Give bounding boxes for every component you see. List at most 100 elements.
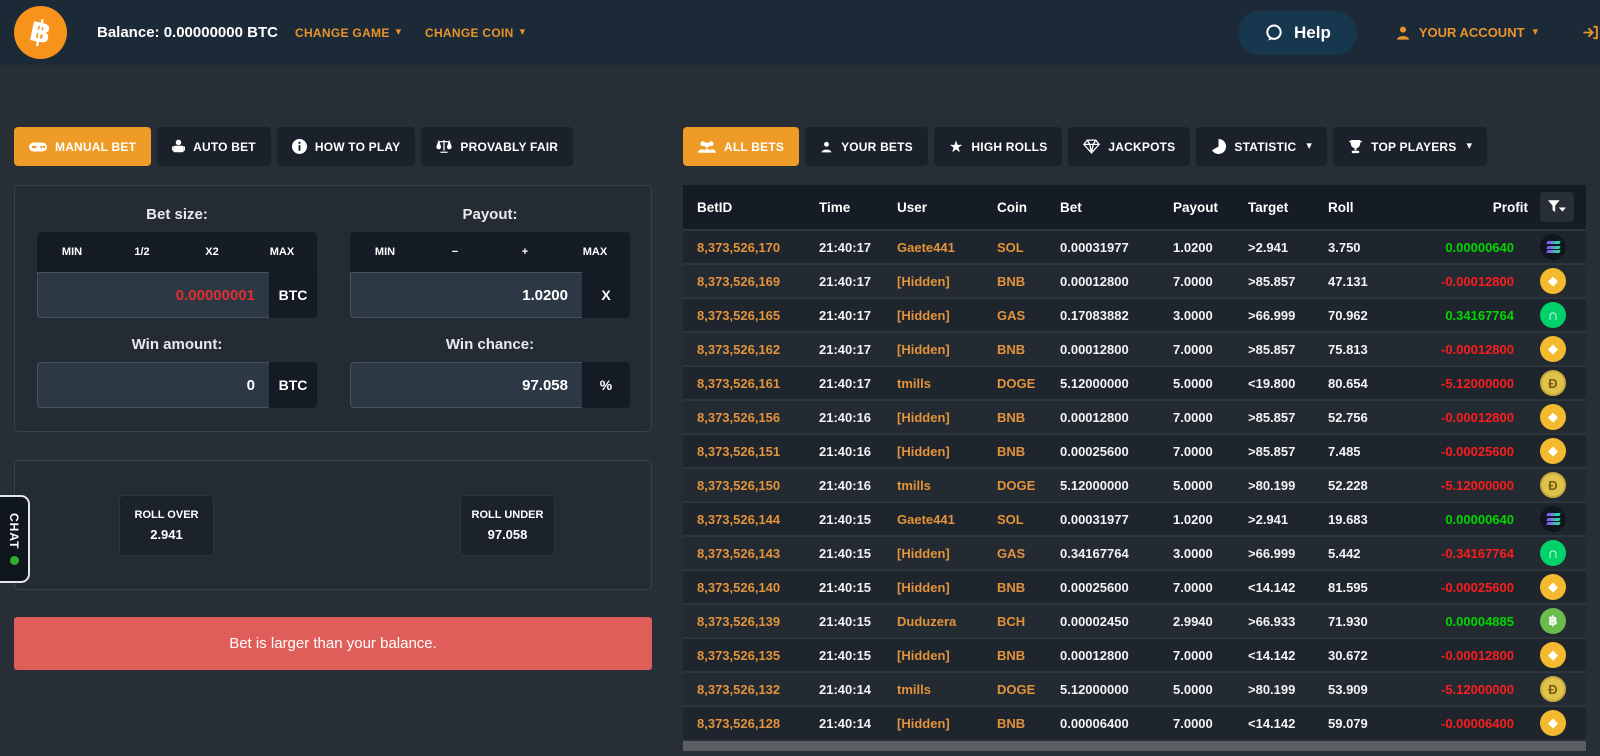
bet-min-button[interactable]: MIN: [37, 232, 107, 272]
bet-row[interactable]: 8,373,526,128 21:40:14 [Hidden] BNB 0.00…: [683, 705, 1586, 739]
bnb-coin-icon: ◆: [1540, 404, 1566, 430]
user-cell[interactable]: [Hidden]: [897, 342, 997, 357]
bet-id-cell[interactable]: 8,373,526,161: [697, 376, 819, 391]
target-cell: >85.857: [1248, 273, 1296, 289]
tab-provably-fair[interactable]: PROVABLY FAIR: [421, 127, 574, 166]
your-account-label: YOUR ACCOUNT: [1418, 25, 1525, 40]
user-cell[interactable]: [Hidden]: [897, 580, 997, 595]
roll-cell: 3.750: [1328, 239, 1361, 255]
user-cell[interactable]: [Hidden]: [897, 308, 997, 323]
your-account-menu[interactable]: YOUR ACCOUNT ▾: [1395, 25, 1538, 41]
payout-cell: 7.0000: [1173, 579, 1213, 595]
payout-input[interactable]: [350, 272, 582, 318]
bet-row[interactable]: 8,373,526,161 21:40:17 tmills DOGE 5.120…: [683, 365, 1586, 399]
tab-all-bets[interactable]: ALL BETS: [683, 127, 800, 166]
user-cell[interactable]: [Hidden]: [897, 274, 997, 289]
bet-row[interactable]: 8,373,526,144 21:40:15 Gaete441 SOL 0.00…: [683, 501, 1586, 535]
tab-high-rolls[interactable]: ★ HIGH ROLLS: [933, 127, 1063, 166]
target-cell: >85.857: [1248, 409, 1296, 425]
bet-half-button[interactable]: 1/2: [107, 232, 177, 272]
caret-down-icon: ▾: [1306, 140, 1313, 152]
tab-auto-bet[interactable]: AUTO BET: [157, 127, 271, 166]
user-cell[interactable]: [Hidden]: [897, 410, 997, 425]
win-chance-input[interactable]: [350, 362, 582, 408]
target-cell: >66.933: [1248, 613, 1296, 629]
bet-id-cell[interactable]: 8,373,526,135: [697, 648, 819, 663]
bet-row[interactable]: 8,373,526,150 21:40:16 tmills DOGE 5.120…: [683, 467, 1586, 501]
payout-max-button[interactable]: MAX: [560, 232, 630, 272]
bet-id-cell[interactable]: 8,373,526,139: [697, 614, 819, 629]
star-icon: ★: [948, 138, 964, 156]
win-chance-label: Win chance:: [445, 336, 535, 353]
bet-row[interactable]: 8,373,526,135 21:40:15 [Hidden] BNB 0.00…: [683, 637, 1586, 671]
bet-row[interactable]: 8,373,526,140 21:40:15 [Hidden] BNB 0.00…: [683, 569, 1586, 603]
bet-row[interactable]: 8,373,526,162 21:40:17 [Hidden] BNB 0.00…: [683, 331, 1586, 365]
tab-jackpots[interactable]: JACKPOTS: [1068, 127, 1191, 166]
user-cell[interactable]: [Hidden]: [897, 444, 997, 459]
roll-over-button[interactable]: ROLL OVER 2.941: [119, 494, 214, 556]
col-time: Time: [819, 199, 851, 215]
user-icon: [1396, 26, 1409, 40]
filter-button[interactable]: [1540, 192, 1574, 222]
user-cell[interactable]: Gaete441: [897, 240, 997, 255]
caret-down-icon: ▾: [1466, 140, 1473, 152]
bet-row[interactable]: 8,373,526,139 21:40:15 Duduzera BCH 0.00…: [683, 603, 1586, 637]
col-coin: Coin: [997, 199, 1027, 215]
bet-id-cell[interactable]: 8,373,526,170: [697, 240, 819, 255]
payout-min-button[interactable]: MIN: [350, 232, 420, 272]
bet-id-cell[interactable]: 8,373,526,132: [697, 682, 819, 697]
user-cell[interactable]: [Hidden]: [897, 648, 997, 663]
win-amount-control: Win amount: BTC: [37, 336, 317, 408]
bet-max-button[interactable]: MAX: [247, 232, 317, 272]
bet-id-cell[interactable]: 8,373,526,144: [697, 512, 819, 527]
bet-cell: 0.00012800: [1060, 341, 1129, 357]
bet-row[interactable]: 8,373,526,151 21:40:16 [Hidden] BNB 0.00…: [683, 433, 1586, 467]
user-cell[interactable]: [Hidden]: [897, 716, 997, 731]
bet-id-cell[interactable]: 8,373,526,165: [697, 308, 819, 323]
bet-row[interactable]: 8,373,526,143 21:40:15 [Hidden] GAS 0.34…: [683, 535, 1586, 569]
bet-id-cell[interactable]: 8,373,526,150: [697, 478, 819, 493]
coin-cell: DOGE: [997, 681, 1036, 697]
profit-cell: -0.00012800: [1440, 273, 1514, 289]
change-coin-menu[interactable]: CHANGE COIN ▾: [425, 0, 525, 65]
payout-increase-button[interactable]: +: [490, 232, 560, 272]
tab-your-bets[interactable]: YOUR BETS: [805, 127, 928, 166]
tab-statistic[interactable]: STATISTIC ▾: [1196, 127, 1328, 166]
bet-size-input[interactable]: [37, 272, 269, 318]
logout-button[interactable]: LOGOUT: [1582, 24, 1600, 41]
win-amount-input[interactable]: [37, 362, 269, 408]
bet-id-cell[interactable]: 8,373,526,143: [697, 546, 819, 561]
payout-decrease-button[interactable]: −: [420, 232, 490, 272]
bet-id-cell[interactable]: 8,373,526,162: [697, 342, 819, 357]
bet-id-cell[interactable]: 8,373,526,140: [697, 580, 819, 595]
bet-double-button[interactable]: X2: [177, 232, 247, 272]
bet-id-cell[interactable]: 8,373,526,169: [697, 274, 819, 289]
bet-id-cell[interactable]: 8,373,526,151: [697, 444, 819, 459]
user-cell[interactable]: [Hidden]: [897, 546, 997, 561]
tab-top-players[interactable]: TOP PLAYERS ▾: [1333, 127, 1488, 166]
chat-tab[interactable]: CHAT: [0, 495, 30, 583]
bet-row[interactable]: 8,373,526,165 21:40:17 [Hidden] GAS 0.17…: [683, 297, 1586, 331]
user-cell[interactable]: tmills: [897, 682, 997, 697]
help-button[interactable]: Help: [1238, 10, 1357, 55]
bet-id-cell[interactable]: 8,373,526,128: [697, 716, 819, 731]
win-amount-unit: BTC: [269, 362, 317, 408]
user-cell[interactable]: tmills: [897, 376, 997, 391]
user-cell[interactable]: Duduzera: [897, 614, 997, 629]
user-cell[interactable]: Gaete441: [897, 512, 997, 527]
bet-row[interactable]: 8,373,526,132 21:40:14 tmills DOGE 5.120…: [683, 671, 1586, 705]
bet-row[interactable]: 8,373,526,156 21:40:16 [Hidden] BNB 0.00…: [683, 399, 1586, 433]
bet-id-cell[interactable]: 8,373,526,156: [697, 410, 819, 425]
bet-row[interactable]: 8,373,526,170 21:40:17 Gaete441 SOL 0.00…: [683, 229, 1586, 263]
tab-label: TOP PLAYERS: [1371, 139, 1457, 154]
doge-coin-icon: Ð: [1540, 370, 1566, 396]
tab-manual-bet[interactable]: MANUAL BET: [14, 127, 152, 166]
roll-under-button[interactable]: ROLL UNDER 97.058: [460, 494, 555, 556]
bet-row[interactable]: 8,373,526,169 21:40:17 [Hidden] BNB 0.00…: [683, 263, 1586, 297]
user-cell[interactable]: tmills: [897, 478, 997, 493]
bitcoin-logo-icon[interactable]: ฿: [14, 6, 67, 59]
tab-how-to-play[interactable]: HOW TO PLAY: [276, 127, 416, 166]
roll-over-value: 2.941: [150, 526, 183, 542]
target-cell: <14.142: [1248, 647, 1296, 663]
change-game-menu[interactable]: CHANGE GAME ▾: [295, 0, 401, 65]
